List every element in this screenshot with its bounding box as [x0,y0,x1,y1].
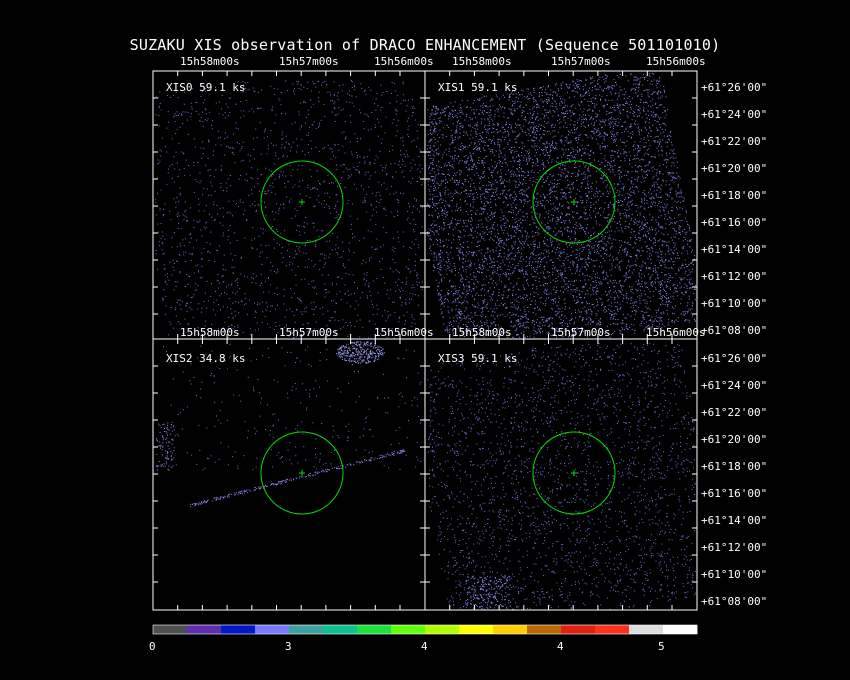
dec-label-top: +61°18'00" [701,189,767,202]
dec-label-bottom: +61°26'00" [701,352,767,365]
ra-label-top-right-2: 15h57m00s [551,55,611,68]
ra-label-top-left-1: 15h58m00s [180,55,240,68]
dec-label-bottom: +61°08'00" [701,595,767,608]
ra-label-mid-right-3: 15h56m00s [646,326,706,339]
panel-label-xis3: XIS3 59.1 ks [438,352,517,365]
dec-label-top: +61°14'00" [701,243,767,256]
ra-label-mid-left-3: 15h56m00s [374,326,434,339]
colorbar-segment [221,625,256,634]
dec-label-top: +61°20'00" [701,162,767,175]
dec-label-bottom: +61°12'00" [701,541,767,554]
colorbar-segment [459,625,494,634]
colorbar-segment [187,625,222,634]
colorbar-label: 4 [557,640,564,653]
dec-axis-labels: +61°26'00" +61°24'00" +61°22'00" +61°20'… [701,81,767,608]
ra-label-top-left-3: 15h56m00s [374,55,434,68]
panel-frame-xis3 [424,338,698,611]
dec-label-top: +61°08'00" [701,324,767,337]
dec-label-bottom: +61°20'00" [701,433,767,446]
dec-label-top: +61°10'00" [701,297,767,310]
colorbar-segment [493,625,528,634]
colorbar-label: 5 [658,640,665,653]
dec-label-bottom: +61°22'00" [701,406,767,419]
colorbar [153,625,698,634]
dec-label-bottom: +61°14'00" [701,514,767,527]
colorbar-label: 0 [149,640,156,653]
colorbar-label: 4 [421,640,428,653]
panel-frame-xis1 [424,70,698,340]
panel-frame-xis0 [152,70,426,340]
dec-label-bottom: +61°10'00" [701,568,767,581]
dec-label-bottom: +61°18'00" [701,460,767,473]
ra-label-mid-left-1: 15h58m00s [180,326,240,339]
dec-label-top: +61°24'00" [701,108,767,121]
colorbar-label: 3 [285,640,292,653]
colorbar-segment [629,625,664,634]
colorbar-segment [255,625,290,634]
colorbar-segment [595,625,630,634]
dec-label-top: +61°16'00" [701,216,767,229]
colorbar-segment [663,625,698,634]
panel-frame-xis2 [152,338,426,611]
panel-label-xis1: XIS1 59.1 ks [438,81,517,94]
dec-label-bottom: +61°16'00" [701,487,767,500]
dec-label-top: +61°22'00" [701,135,767,148]
colorbar-segment [561,625,596,634]
dec-label-bottom: +61°24'00" [701,379,767,392]
ra-label-top-right-1: 15h58m00s [452,55,512,68]
ra-label-top-right-3: 15h56m00s [646,55,706,68]
ra-label-top-left-2: 15h57m00s [279,55,339,68]
colorbar-segment [425,625,460,634]
colorbar-segment [289,625,324,634]
colorbar-segment [153,625,188,634]
panel-label-xis2: XIS2 34.8 ks [166,352,245,365]
dec-label-top: +61°12'00" [701,270,767,283]
colorbar-segment [527,625,562,634]
ra-label-mid-left-2: 15h57m00s [279,326,339,339]
ra-label-mid-right-1: 15h58m00s [452,326,512,339]
colorbar-segment [357,625,392,634]
dec-label-top: +61°26'00" [701,81,767,94]
ra-label-mid-right-2: 15h57m00s [551,326,611,339]
panel-label-xis0: XIS0 59.1 ks [166,81,245,94]
event-layer [155,73,696,610]
colorbar-segment [391,625,426,634]
colorbar-segment [323,625,358,634]
xis-image-figure: XIS0 59.1 ks XIS1 59.1 ks XIS2 34.8 ks X… [149,55,767,653]
